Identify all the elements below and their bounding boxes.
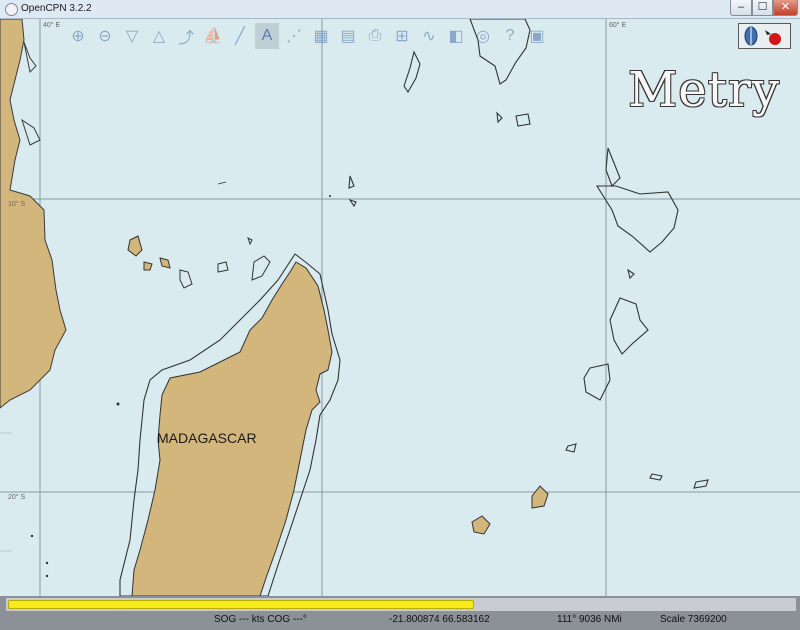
chart-quilt-button[interactable]: ▤ bbox=[336, 23, 360, 49]
scale-readout: Scale 7369200 bbox=[660, 614, 727, 625]
zoom-out-button[interactable]: ⊖ bbox=[93, 23, 117, 49]
tide-button[interactable]: ▦ bbox=[309, 23, 333, 49]
zoom-in-icon: ⊕ bbox=[71, 28, 85, 45]
status-bar: SOG --- kts COG ---° -21.800874 66.58316… bbox=[0, 596, 800, 630]
color-scheme-button[interactable]: ◧ bbox=[444, 23, 468, 49]
route-manager-icon: ⊞ bbox=[395, 28, 409, 45]
minimize-icon: ‒ bbox=[737, 1, 745, 13]
current-button[interactable]: ⋰ bbox=[282, 23, 306, 49]
title-bar: OpenCPN 3.2.2 ‒ ☐ ✕ bbox=[0, 0, 800, 19]
color-scheme-icon: ◧ bbox=[448, 28, 464, 45]
help-button[interactable]: ? bbox=[498, 23, 522, 49]
text-icon: A bbox=[261, 27, 273, 44]
main-toolbar: ⊕ ⊖ ▽ △ ⤴ ⛵ ╱ A ⋰ ▦ ▤ ⎙ ⊞ ∿ ◧ ◎? ▣ bbox=[66, 23, 564, 51]
print-button[interactable]: ⎙ bbox=[363, 23, 387, 49]
gps-status-icon bbox=[765, 30, 781, 45]
scale-out-icon: △ bbox=[152, 28, 166, 45]
close-button[interactable]: ✕ bbox=[773, 0, 798, 16]
track-button[interactable]: ∿ bbox=[417, 23, 441, 49]
grid-label-10s: 10° S bbox=[8, 201, 26, 208]
grid-label-20s: 20° S bbox=[8, 494, 26, 501]
settings-button[interactable]: ▣ bbox=[525, 23, 549, 49]
scale-in-icon: ▽ bbox=[125, 28, 139, 45]
measure-icon: ╱ bbox=[235, 28, 245, 45]
current-icon: ⋰ bbox=[286, 28, 302, 45]
compass-widget[interactable] bbox=[738, 23, 791, 49]
settings-icon: ▣ bbox=[529, 28, 545, 45]
minimize-button[interactable]: ‒ bbox=[730, 0, 752, 16]
route-icon: ⤴ bbox=[177, 30, 194, 47]
cursor-position-readout: -21.800874 66.583162 bbox=[389, 614, 490, 625]
close-icon: ✕ bbox=[780, 1, 791, 13]
zoom-out-icon: ⊖ bbox=[98, 28, 112, 45]
tide-icon: ▦ bbox=[313, 28, 329, 45]
app-icon bbox=[5, 3, 18, 16]
track-icon: ∿ bbox=[422, 28, 436, 45]
route-button[interactable]: ⤴ bbox=[174, 23, 198, 49]
sog-cog-readout: SOG --- kts COG ---° bbox=[214, 614, 307, 625]
bearing-distance-readout: 111° 9036 NMi bbox=[557, 614, 622, 625]
zoom-in-button[interactable]: ⊕ bbox=[66, 23, 90, 49]
compass-north-icon bbox=[744, 26, 758, 46]
chart-quilt-icon: ▤ bbox=[340, 28, 356, 45]
boat-follow-icon: ⛵ bbox=[203, 28, 223, 45]
maximize-icon: ☐ bbox=[757, 1, 768, 13]
progress-fill bbox=[8, 600, 474, 609]
madagascar-label: MADAGASCAR bbox=[157, 430, 257, 446]
help-icon: ? bbox=[505, 27, 515, 44]
maximize-button[interactable]: ☐ bbox=[752, 0, 773, 16]
print-icon: ⎙ bbox=[368, 27, 382, 44]
metry-logo: Metry bbox=[628, 62, 780, 118]
scale-out-button[interactable]: △ bbox=[147, 23, 171, 49]
africa-landmass bbox=[0, 19, 67, 409]
boat-follow-button[interactable]: ⛵ bbox=[201, 23, 225, 49]
text-button[interactable]: A bbox=[255, 23, 279, 49]
grid-label-60e: 60° E bbox=[609, 22, 627, 29]
madagascar-landmass bbox=[131, 261, 333, 596]
grid-label-40e: 40° E bbox=[43, 22, 61, 29]
route-manager-button[interactable]: ⊞ bbox=[390, 23, 414, 49]
mob-icon: ◎ bbox=[476, 28, 490, 45]
measure-button[interactable]: ╱ bbox=[228, 23, 252, 49]
scale-in-button[interactable]: ▽ bbox=[120, 23, 144, 49]
window-title: OpenCPN 3.2.2 bbox=[21, 3, 92, 14]
mob-button[interactable]: ◎ bbox=[471, 23, 495, 49]
